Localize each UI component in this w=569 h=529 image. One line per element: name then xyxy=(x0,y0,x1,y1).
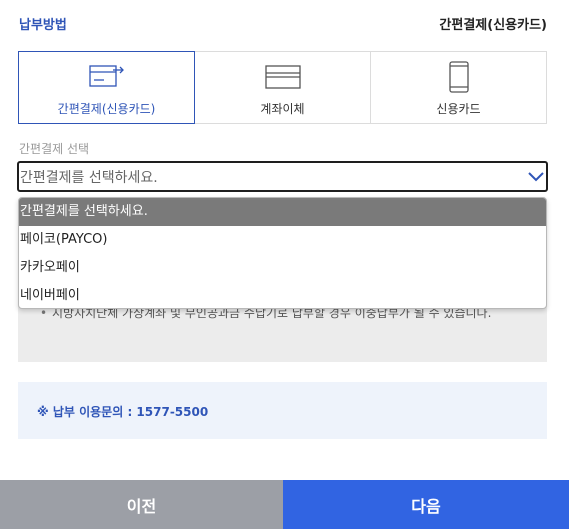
payment-method-label: 납부방법 xyxy=(19,18,67,33)
bank-card-icon xyxy=(264,65,301,89)
payment-method-header: 납부방법 간편결제(신용카드) xyxy=(0,0,569,44)
contact-text: ※ 납부 이용문의 : 1577-5500 xyxy=(37,405,209,419)
dropdown-option-kakaopay[interactable]: 카카오페이 xyxy=(19,254,546,282)
method-credit-card[interactable]: 신용카드 xyxy=(370,52,546,123)
easy-pay-card-icon xyxy=(88,65,124,87)
selected-method-value: 간편결제(신용카드) xyxy=(439,18,547,33)
method-credit-card-label: 신용카드 xyxy=(436,102,481,116)
easy-pay-dropdown-list: 간편결제를 선택하세요. 페이코(PAYCO) 카카오페이 네이버페이 xyxy=(18,197,547,309)
payment-method-tabs: 간편결제(신용카드) 계좌이체 신용카드 xyxy=(18,51,547,124)
easy-pay-select[interactable]: 간편결제를 선택하세요. xyxy=(17,161,548,192)
prev-button[interactable]: 이전 xyxy=(0,480,283,529)
footer-buttons: 이전 다음 xyxy=(0,480,569,529)
method-bank-transfer[interactable]: 계좌이체 xyxy=(194,52,370,123)
easy-pay-select-title: 간편결제 선택 xyxy=(19,142,90,156)
method-bank-transfer-label: 계좌이체 xyxy=(260,102,305,116)
easy-pay-select-value: 간편결제를 선택하세요. xyxy=(20,170,158,186)
dropdown-option-placeholder[interactable]: 간편결제를 선택하세요. xyxy=(19,198,546,226)
method-easy-pay[interactable]: 간편결제(신용카드) xyxy=(18,51,195,124)
dropdown-option-payco[interactable]: 페이코(PAYCO) xyxy=(19,226,546,254)
chevron-down-icon xyxy=(528,172,544,182)
mobile-phone-icon xyxy=(448,61,469,93)
dropdown-option-naverpay[interactable]: 네이버페이 xyxy=(19,282,546,308)
contact-box: ※ 납부 이용문의 : 1577-5500 xyxy=(18,382,547,439)
next-button[interactable]: 다음 xyxy=(283,480,569,529)
method-easy-pay-label: 간편결제(신용카드) xyxy=(57,102,156,116)
